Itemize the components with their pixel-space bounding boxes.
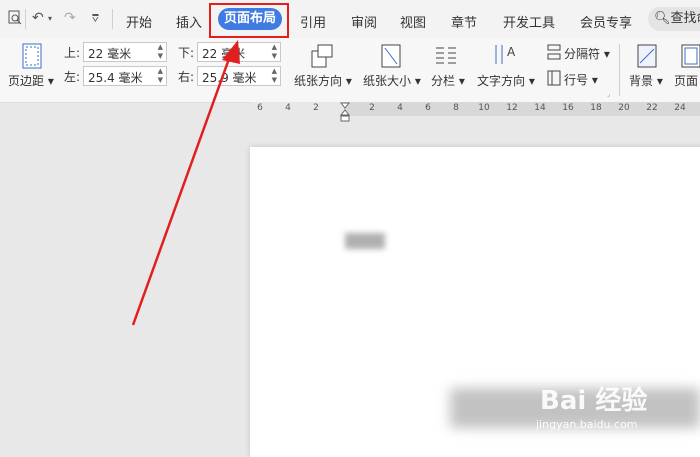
annotation-arrow <box>131 40 240 326</box>
